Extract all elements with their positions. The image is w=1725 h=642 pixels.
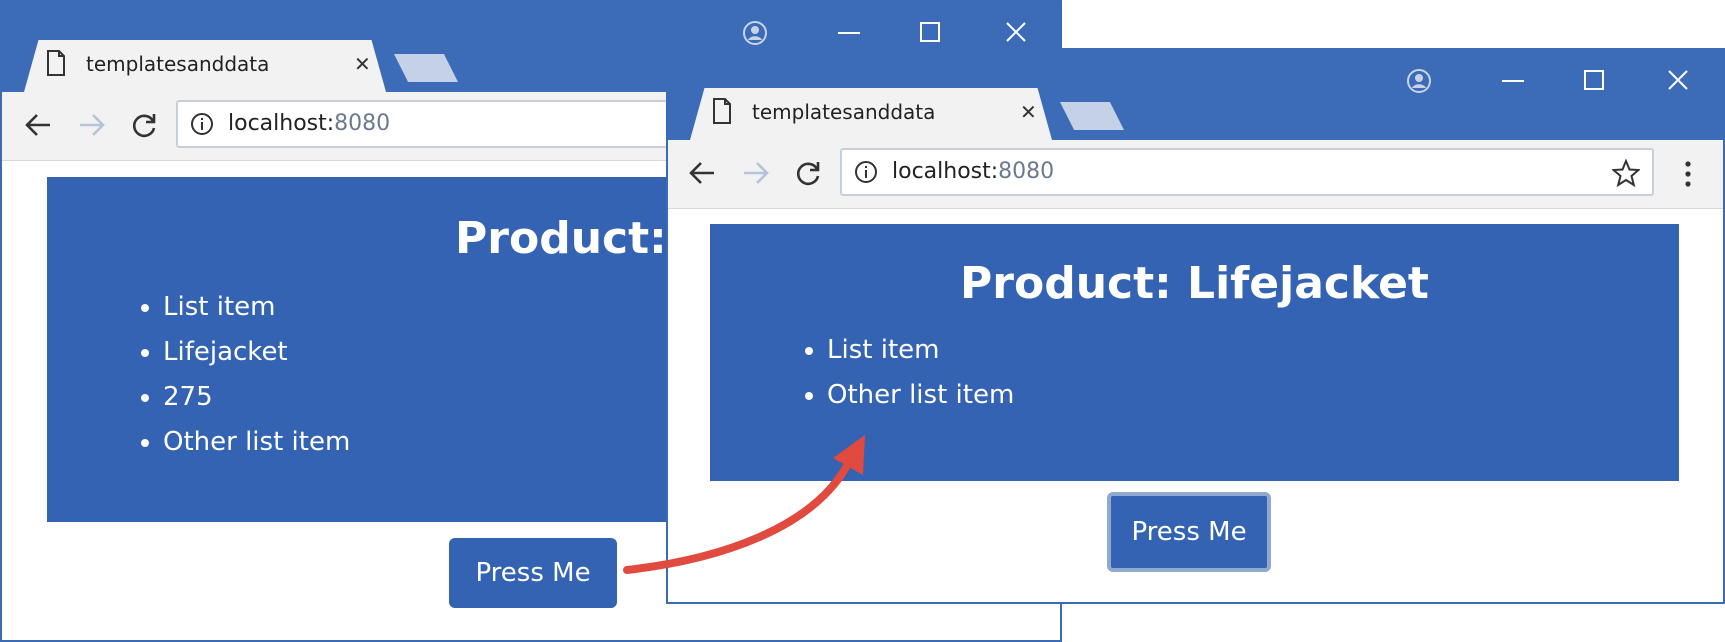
back-icon[interactable] — [24, 112, 52, 138]
url-text: localhost:8080 — [228, 111, 390, 136]
product-list: List item Lifejacket 275 Other list item — [109, 285, 350, 465]
browser-tab[interactable]: templatesanddata ✕ — [690, 88, 1052, 140]
url-host: localhost: — [892, 159, 999, 184]
new-tab-button[interactable] — [1060, 102, 1124, 130]
close-window-icon[interactable] — [1006, 22, 1026, 42]
list-item: 275 — [163, 375, 350, 420]
close-window-icon[interactable] — [1668, 70, 1688, 90]
reload-icon[interactable] — [794, 160, 822, 188]
title-bar: templatesanddata ✕ — [668, 50, 1723, 140]
page-icon — [713, 98, 731, 124]
list-item: List item — [163, 285, 350, 330]
browser-toolbar: localhost:8080 — [668, 140, 1723, 209]
maximize-icon[interactable] — [920, 22, 940, 42]
address-bar[interactable]: localhost:8080 — [840, 148, 1654, 196]
forward-icon[interactable] — [78, 112, 106, 138]
info-icon[interactable] — [190, 112, 214, 136]
reload-icon[interactable] — [130, 112, 158, 140]
page-icon — [47, 50, 65, 76]
info-icon[interactable] — [854, 160, 878, 184]
product-heading: Product: Lifejacket — [960, 258, 1429, 309]
tab-title: templatesanddata — [86, 52, 270, 76]
list-item: Other list item — [827, 373, 1014, 418]
url-text: localhost:8080 — [892, 159, 1054, 184]
product-list: List item Other list item — [773, 328, 1014, 418]
list-item: Lifejacket — [163, 330, 350, 375]
profile-icon[interactable] — [1406, 68, 1432, 94]
browser-tab[interactable]: templatesanddata ✕ — [24, 40, 386, 92]
menu-icon[interactable] — [1684, 160, 1692, 188]
url-host: localhost: — [228, 111, 335, 136]
forward-icon[interactable] — [742, 160, 770, 186]
url-port: 8080 — [334, 111, 391, 136]
list-item: Other list item — [163, 420, 350, 465]
maximize-icon[interactable] — [1584, 70, 1604, 90]
back-icon[interactable] — [688, 160, 716, 186]
star-icon[interactable] — [1612, 159, 1640, 187]
close-tab-icon[interactable]: ✕ — [354, 52, 371, 76]
press-me-button[interactable]: Press Me — [1107, 492, 1271, 572]
transition-arrow — [623, 435, 865, 574]
press-me-button[interactable]: Press Me — [449, 538, 617, 608]
new-tab-button[interactable] — [394, 54, 458, 82]
tab-title: templatesanddata — [752, 100, 936, 124]
profile-icon[interactable] — [742, 20, 768, 46]
list-item: List item — [827, 328, 1014, 373]
minimize-icon[interactable] — [1502, 80, 1524, 84]
close-tab-icon[interactable]: ✕ — [1020, 100, 1037, 124]
url-port: 8080 — [998, 159, 1055, 184]
minimize-icon[interactable] — [838, 32, 860, 36]
